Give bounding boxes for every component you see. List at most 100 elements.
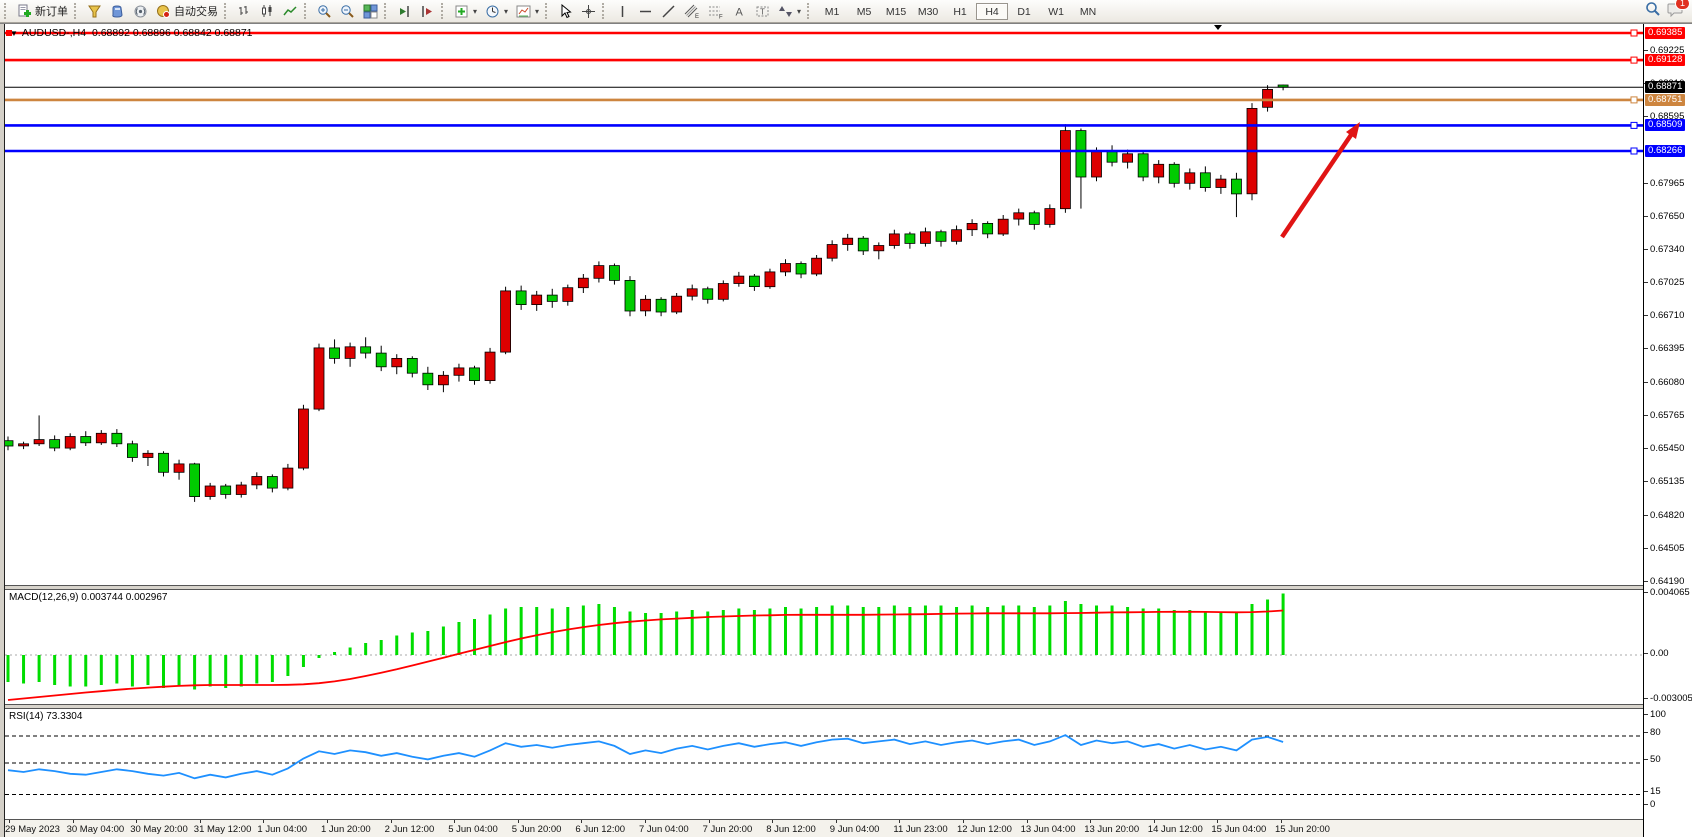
candle-body [672, 296, 682, 312]
line-chart-button[interactable] [279, 1, 302, 21]
candle-body [1138, 154, 1148, 177]
tile-windows-button[interactable] [359, 1, 382, 21]
toolbar-grip[interactable] [807, 3, 813, 19]
time-label: 29 May 2023 [5, 824, 60, 835]
toolbar-grip[interactable] [4, 3, 10, 19]
toolbar-grip[interactable] [602, 3, 608, 19]
cursor-tool-button[interactable] [554, 1, 577, 21]
axis-tick-label: -0.003005 [1650, 693, 1692, 704]
search-icon[interactable] [1645, 1, 1661, 22]
channel-tool[interactable]: E [680, 1, 704, 21]
trendline-tool[interactable] [657, 1, 680, 21]
price-label-badge: 0.68871 [1645, 81, 1685, 93]
vertical-line-tool[interactable] [611, 1, 634, 21]
autotrading-button[interactable]: 自动交易 [152, 1, 222, 21]
time-tick [772, 820, 773, 823]
timeframe-m30[interactable]: M30 [912, 3, 944, 20]
price-axis[interactable]: 0.692250.689100.685950.679650.676500.673… [1643, 24, 1692, 837]
candle-body [967, 223, 977, 229]
rsi-panel[interactable]: RSI(14) 73.3304 [5, 709, 1643, 819]
axis-tick-label [1644, 653, 1648, 654]
timeframe-h4[interactable]: H4 [976, 3, 1008, 20]
candle-body [734, 276, 744, 283]
crosshair-icon [581, 4, 596, 19]
symbol-dropdown-icon[interactable]: ▼ [10, 29, 18, 38]
new-order-button[interactable]: 新订单 [13, 1, 72, 21]
zoom-out-button[interactable] [336, 1, 359, 21]
candle-body [983, 223, 993, 234]
time-tick [899, 820, 900, 823]
periods-button[interactable]: ▾ [481, 1, 512, 21]
toolbar-grip[interactable] [441, 3, 447, 19]
arrows-tool[interactable]: ▾ [774, 1, 805, 21]
candle-body [205, 486, 215, 497]
candle-body [1060, 131, 1070, 209]
candle-body [1045, 209, 1055, 225]
svg-text:E: E [695, 14, 699, 19]
bar-chart-icon [237, 4, 252, 19]
line-anchor [1631, 57, 1637, 63]
time-tick [454, 820, 455, 823]
timeframe-mn[interactable]: MN [1072, 3, 1104, 20]
timeframe-m5[interactable]: M5 [848, 3, 880, 20]
rsi-chart [5, 709, 1644, 819]
candle-body [563, 288, 573, 302]
chart-shift-icon [420, 4, 435, 19]
time-label: 6 Jun 12:00 [575, 824, 625, 835]
macd-panel[interactable]: MACD(12,26,9) 0.003744 0.002967 [5, 590, 1643, 704]
axis-tick-label: 0.67340 [1650, 244, 1684, 255]
toolbar-grip[interactable] [384, 3, 390, 19]
auto-scroll-button[interactable] [393, 1, 416, 21]
toolbar-grip[interactable] [545, 3, 551, 19]
time-tick [136, 820, 137, 823]
new-order-icon [17, 4, 32, 19]
candle-body [1169, 164, 1179, 183]
chat-button[interactable]: 1 [1667, 1, 1684, 22]
candle-body [1076, 131, 1086, 177]
candle-body [392, 358, 402, 366]
bar-chart-button[interactable] [233, 1, 256, 21]
candle-body [361, 347, 371, 353]
toolbar-grip[interactable] [224, 3, 230, 19]
time-axis[interactable]: 29 May 202330 May 04:0030 May 20:0031 Ma… [5, 819, 1643, 837]
axis-tick-label: 0.004065 [1650, 587, 1690, 598]
crosshair-tool-button[interactable] [577, 1, 600, 21]
chart-shift-button[interactable] [416, 1, 439, 21]
funnel-button[interactable] [83, 1, 106, 21]
price-panel[interactable]: ▼AUDUSD-,H4 0.68892 0.68896 0.68842 0.68… [5, 24, 1643, 585]
candlestick-chart-button[interactable] [256, 1, 279, 21]
candle-body [485, 352, 495, 381]
timeframe-m15[interactable]: M15 [880, 3, 912, 20]
indicators-icon [454, 4, 469, 19]
time-tick [645, 820, 646, 823]
axis-tick-label: 0.65765 [1650, 410, 1684, 421]
candle-body [874, 246, 884, 251]
autotrading-icon [156, 4, 171, 19]
time-label: 7 Jun 20:00 [703, 824, 753, 835]
price-chart[interactable] [5, 24, 1644, 585]
candle-body [952, 230, 962, 242]
candle-body [345, 347, 355, 359]
signal-button[interactable] [129, 1, 152, 21]
templates-button[interactable]: ▾ [512, 1, 543, 21]
horizontal-line-tool[interactable] [634, 1, 657, 21]
chart-scroll-marker [1214, 25, 1222, 30]
fibonacci-tool[interactable]: F [704, 1, 728, 21]
timeframe-h1[interactable]: H1 [944, 3, 976, 20]
candle-body [920, 232, 930, 244]
toolbar-grip[interactable] [74, 3, 80, 19]
text-tool[interactable]: A [728, 1, 751, 21]
timeframe-d1[interactable]: D1 [1008, 3, 1040, 20]
toolbar-grip[interactable] [304, 3, 310, 19]
notification-badge: 1 [1675, 0, 1690, 10]
time-tick [1217, 820, 1218, 823]
time-tick [1281, 820, 1282, 823]
zoom-in-button[interactable] [313, 1, 336, 21]
editor-button[interactable] [106, 1, 129, 21]
timeframe-w1[interactable]: W1 [1040, 3, 1072, 20]
indicators-button[interactable]: ▾ [450, 1, 481, 21]
candle-body [936, 232, 946, 242]
timeframe-m1[interactable]: M1 [816, 3, 848, 20]
time-label: 14 Jun 12:00 [1148, 824, 1203, 835]
text-label-tool[interactable]: T [751, 1, 774, 21]
